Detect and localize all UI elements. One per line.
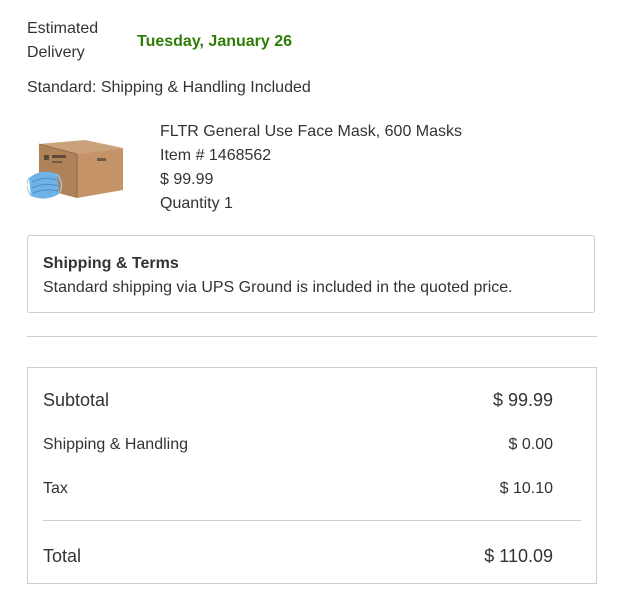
- total-value: $ 110.09: [484, 546, 553, 566]
- shipping-terms-text: Standard shipping via UPS Ground is incl…: [43, 279, 513, 296]
- subtotal-value: $ 99.99: [492, 390, 553, 410]
- estimated-delivery-date: Tuesday, January 26: [137, 33, 293, 50]
- shipping-handling-value: $ 0.00: [508, 436, 553, 453]
- product-details: FLTR General Use Face Mask, 600 Masks It…: [160, 120, 462, 216]
- shipping-method: Standard: Shipping & Handling Included: [27, 79, 311, 96]
- product-price: $ 99.99: [160, 171, 214, 188]
- total-row: Total $ 110.09: [43, 544, 553, 568]
- face-mask-box-icon: [26, 134, 127, 204]
- subtotal-label: Subtotal: [43, 390, 110, 410]
- product-name[interactable]: FLTR General Use Face Mask, 600 Masks: [160, 120, 462, 144]
- shipping-handling-row: Shipping & Handling $ 0.00: [43, 433, 553, 457]
- total-label: Total: [43, 546, 82, 566]
- tax-value: $ 10.10: [499, 480, 553, 497]
- shipping-handling-label: Shipping & Handling: [43, 436, 188, 453]
- tax-label: Tax: [43, 480, 68, 497]
- estimated-delivery: Estimated Delivery Tuesday, January 26: [27, 17, 427, 67]
- summary-divider: [43, 520, 581, 521]
- shipping-terms-box: Shipping & Terms Standard shipping via U…: [27, 235, 595, 313]
- subtotal-row: Subtotal $ 99.99: [43, 388, 553, 412]
- order-summary: Subtotal $ 99.99 Shipping & Handling $ 0…: [27, 367, 597, 584]
- product-item-number: Item # 1468562: [160, 147, 272, 164]
- product-quantity: Quantity 1: [160, 195, 233, 212]
- tax-row: Tax $ 10.10: [43, 477, 553, 501]
- section-divider: [27, 336, 597, 337]
- shipping-terms-title: Shipping & Terms: [43, 255, 179, 272]
- product-line-item: FLTR General Use Face Mask, 600 Masks It…: [26, 120, 597, 216]
- estimated-delivery-label: Estimated Delivery: [27, 20, 99, 61]
